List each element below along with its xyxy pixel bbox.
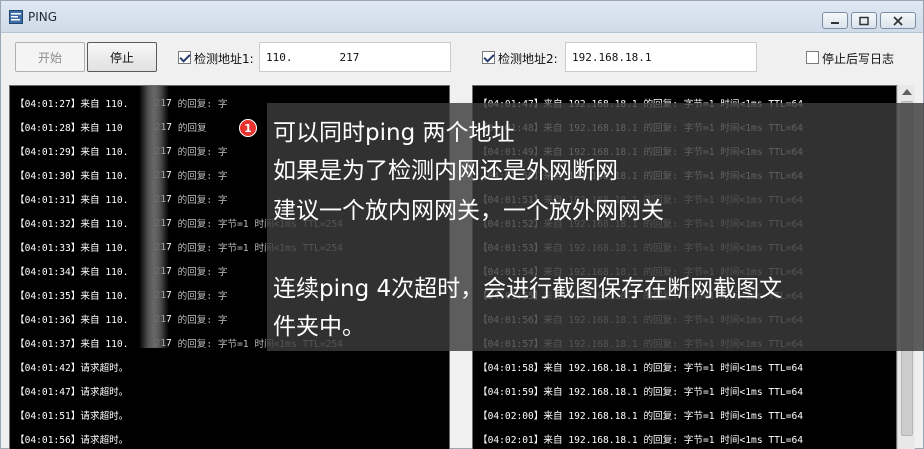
console-line: 【04:01:56】 请求超时。 — [15, 427, 128, 449]
line-reply: 的回复: 字 — [177, 195, 228, 206]
line-timestamp: 【04:02:00】 — [478, 411, 544, 422]
line-timestamp: 【04:01:51】 — [15, 411, 81, 422]
line-text: 请求超时。 — [80, 435, 129, 446]
annotation-overlay: 可以同时ping 两个地址 如果是为了检测内网还是外网断网 建议一个放内网网关，… — [267, 103, 924, 351]
line-timestamp: 【04:01:33】 — [15, 243, 81, 254]
line-reply: 的回复: 字 — [177, 267, 228, 278]
scroll-up-icon[interactable] — [902, 89, 912, 95]
line-text: 来自 110. — [80, 339, 129, 350]
console-line: 【04:01:34】来自 110.217 的回复: 字 — [15, 259, 228, 283]
annotation-line: 件夹中。 — [273, 314, 365, 340]
stop-log-label: 停止后写日志 — [822, 52, 895, 66]
line-text: 来自 110. — [80, 195, 129, 206]
addr1-checkbox[interactable] — [178, 51, 191, 64]
console-line: 【04:01:36】来自 110.217 的回复: 字 — [15, 307, 228, 331]
maximize-icon — [859, 16, 869, 25]
line-text: 来自 110. — [80, 243, 129, 254]
line-text: 来自 110. — [80, 147, 129, 158]
title-bar: PING — [1, 1, 923, 33]
addr2-value: 192.168.18.1 — [572, 50, 652, 64]
line-timestamp: 【04:01:59】 — [478, 387, 544, 398]
addr2-field[interactable]: 192.168.18.1 — [565, 42, 757, 72]
annotation-badge: 1 — [239, 119, 257, 137]
line-text: 来自 110. — [80, 315, 129, 326]
console-line: 【04:01:30】来自 110.217 的回复: 字 — [15, 163, 228, 187]
annotation-line: 建议一个放内网网关，一个放外网网关 — [273, 198, 664, 224]
console-line: 【04:01:42】 请求超时。 — [15, 355, 128, 379]
addr1-field[interactable]: 110. 217 — [259, 42, 451, 72]
addr1-label: 检测地址1: — [194, 52, 254, 66]
console-line: 【04:01:27】来自 110.217 的回复: 字 — [15, 91, 228, 115]
line-timestamp: 【04:01:47】 — [15, 387, 81, 398]
annotation-line: 如果是为了检测内网还是外网断网 — [273, 158, 618, 184]
annotation-line: 连续ping 4次超时，会进行截图保存在断网截图文 — [273, 276, 783, 302]
console-line: 【04:02:01】 来自 192.168.18.1 的回复: 字节=1 时间<1… — [478, 427, 803, 449]
addr2-label: 检测地址2: — [498, 52, 558, 66]
console-line: 【04:01:28】来自 110217 的回复 — [15, 115, 207, 139]
line-timestamp: 【04:01:36】 — [15, 315, 81, 326]
window-title: PING — [28, 10, 58, 24]
line-timestamp: 【04:01:31】 — [15, 195, 81, 206]
line-reply: 的回复: 字 — [177, 171, 228, 182]
close-button[interactable] — [880, 12, 916, 29]
line-text: 来自 110. — [80, 291, 129, 302]
line-timestamp: 【04:02:01】 — [478, 435, 544, 446]
line-text: 请求超时。 — [80, 411, 129, 422]
line-text: 来自 110 — [80, 123, 123, 134]
minimize-button[interactable] — [822, 12, 848, 29]
line-timestamp: 【04:01:42】 — [15, 363, 81, 374]
line-timestamp: 【04:01:30】 — [15, 171, 81, 182]
line-text: 来自 110. — [80, 267, 129, 278]
console-line: 【04:01:29】来自 110.217 的回复: 字 — [15, 139, 228, 163]
line-text: 来自 192.168.18.1 的回复: 字节=1 时间<1ms TTL=64 — [543, 363, 804, 374]
line-text: 来自 192.168.18.1 的回复: 字节=1 时间<1ms TTL=64 — [543, 411, 804, 422]
annotation-line: 可以同时ping 两个地址 — [273, 120, 515, 146]
line-text: 来自 192.168.18.1 的回复: 字节=1 时间<1ms TTL=64 — [543, 435, 804, 446]
line-timestamp: 【04:01:35】 — [15, 291, 81, 302]
console-line: 【04:01:35】来自 110.217 的回复: 字 — [15, 283, 228, 307]
addr2-checkbox[interactable] — [482, 51, 495, 64]
start-button[interactable]: 开始 — [15, 42, 85, 72]
line-text: 来自 110. — [80, 171, 129, 182]
line-timestamp: 【04:01:28】 — [15, 123, 81, 134]
line-text: 来自 110. — [80, 99, 129, 110]
stop-log-checkbox[interactable] — [806, 51, 819, 64]
line-timestamp: 【04:01:58】 — [478, 363, 544, 374]
toolbar: 开始 停止 检测地址1: 110. 217 检测地址2: 192.168.18.… — [1, 34, 923, 84]
line-timestamp: 【04:01:37】 — [15, 339, 81, 350]
line-text: 来自 110. — [80, 219, 129, 230]
console-line: 【04:01:31】来自 110.217 的回复: 字 — [15, 187, 228, 211]
line-reply: 的回复 — [177, 123, 207, 134]
minimize-icon — [831, 21, 839, 24]
line-reply: 的回复: 字 — [177, 291, 228, 302]
line-timestamp: 【04:01:56】 — [15, 435, 81, 446]
console-line: 【04:01:51】 请求超时。 — [15, 403, 128, 427]
console-line: 【04:01:59】 来自 192.168.18.1 的回复: 字节=1 时间<1… — [478, 379, 803, 403]
line-text: 请求超时。 — [80, 387, 129, 398]
line-timestamp: 【04:01:32】 — [15, 219, 81, 230]
line-timestamp: 【04:01:27】 — [15, 99, 81, 110]
line-reply: 的回复: 字 — [177, 99, 228, 110]
line-timestamp: 【04:01:29】 — [15, 147, 81, 158]
ip-blur — [139, 86, 169, 348]
addr1-value-suffix: 217 — [339, 50, 360, 64]
app-icon — [9, 10, 23, 24]
console-line: 【04:02:00】 来自 192.168.18.1 的回复: 字节=1 时间<1… — [478, 403, 803, 427]
addr1-value-prefix: 110. — [266, 50, 293, 64]
line-text: 来自 192.168.18.1 的回复: 字节=1 时间<1ms TTL=64 — [543, 387, 804, 398]
stop-button[interactable]: 停止 — [87, 42, 157, 72]
line-timestamp: 【04:01:34】 — [15, 267, 81, 278]
line-reply: 的回复: 字 — [177, 147, 228, 158]
console-line: 【04:01:58】 来自 192.168.18.1 的回复: 字节=1 时间<1… — [478, 355, 803, 379]
line-reply: 的回复: 字 — [177, 315, 228, 326]
close-icon — [893, 15, 903, 26]
console-line: 【04:01:47】 请求超时。 — [15, 379, 128, 403]
line-text: 请求超时。 — [80, 363, 129, 374]
ping-window: PING 开始 停止 检测地址1: 110. 217 检测地址2: 192.16… — [0, 0, 924, 449]
maximize-button[interactable] — [851, 12, 877, 29]
